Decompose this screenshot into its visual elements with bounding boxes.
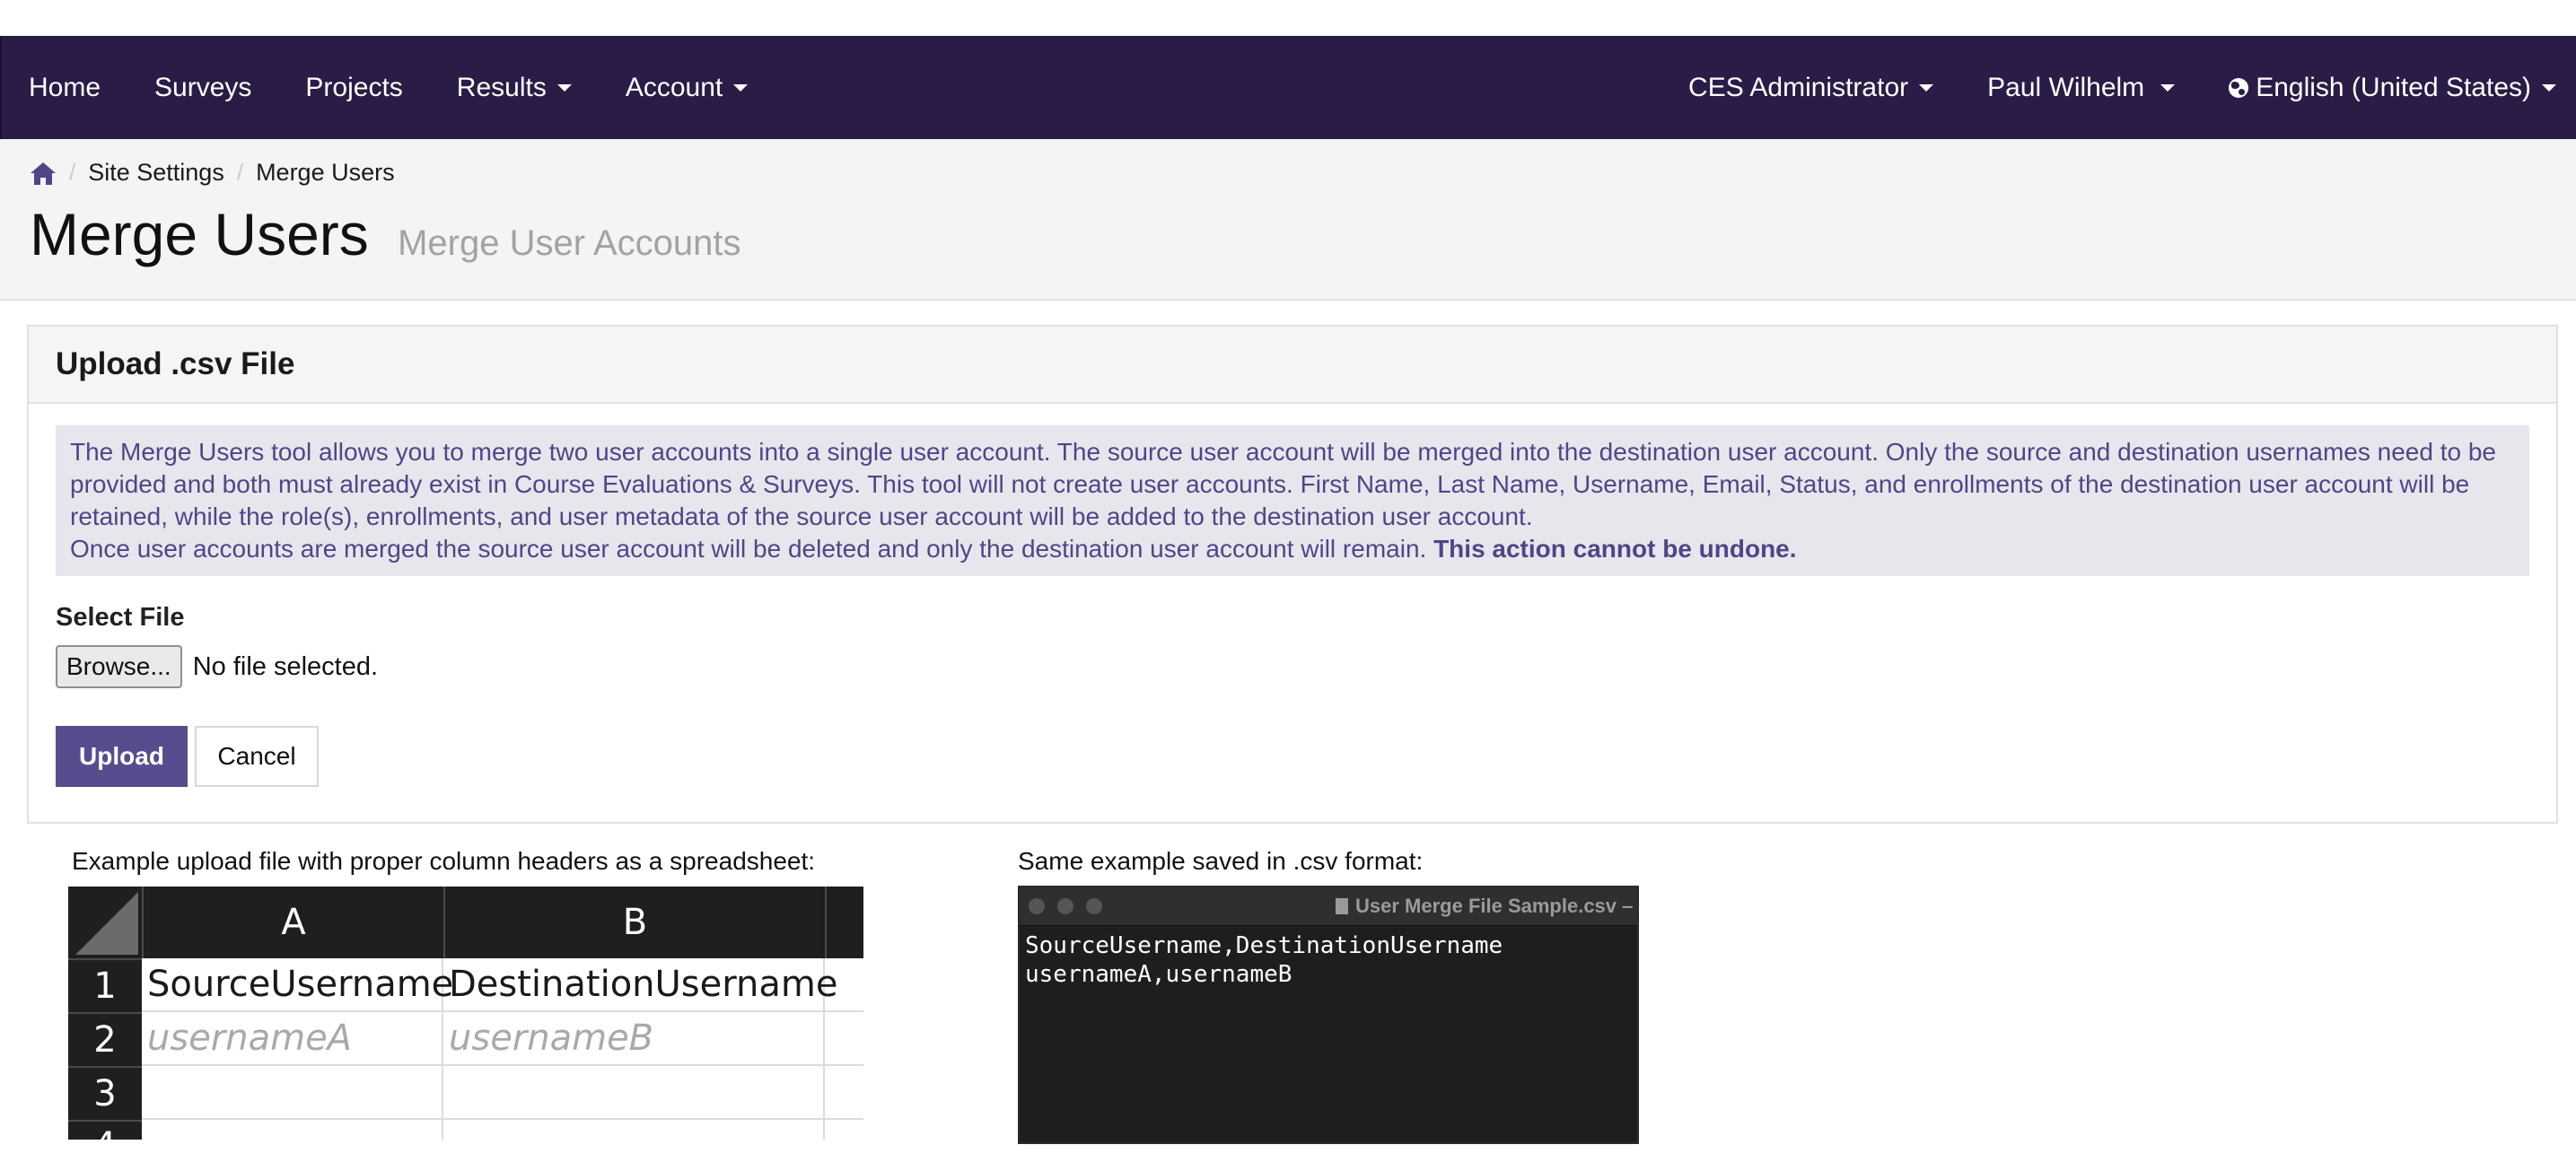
caret-down-icon: [2160, 83, 2176, 92]
caret-down-icon: [556, 83, 572, 92]
globe-icon: [2229, 77, 2249, 98]
info-text: The Merge Users tool allows you to merge…: [70, 438, 2496, 530]
language-label: English (United States): [2256, 72, 2531, 102]
sheet-cell: [443, 1120, 825, 1140]
page-title-text: Merge Users: [30, 201, 369, 267]
sheet-cell: [825, 1012, 863, 1066]
close-dot-icon: [1029, 898, 1045, 914]
column-header-c: [825, 887, 863, 958]
csv-example-window: User Merge File Sample.csv – SourceUsern…: [1018, 886, 1639, 1144]
caret-down-icon: [733, 83, 749, 92]
sheet-corner: [68, 887, 142, 958]
spreadsheet-example-caption: Example upload file with proper column h…: [72, 847, 816, 875]
top-navbar: Home Surveys Projects Results Account CE…: [0, 36, 2576, 139]
info-warning: This action cannot be undone.: [1433, 535, 1797, 563]
page-header: / Site Settings / Merge Users Merge User…: [0, 139, 2576, 301]
column-header-a: A: [142, 887, 443, 958]
row-header-1: 1: [68, 958, 142, 1012]
info-alert: The Merge Users tool allows you to merge…: [56, 425, 2529, 576]
column-header-b: B: [443, 887, 825, 958]
info-text-2: Once user accounts are merged the source…: [70, 535, 1427, 563]
breadcrumb-separator: /: [69, 159, 76, 186]
sheet-cell: [443, 1066, 825, 1120]
breadcrumb-separator: /: [236, 159, 244, 186]
row-header-3: 3: [68, 1066, 142, 1120]
sheet-cell: usernameA: [142, 1012, 443, 1066]
breadcrumb-current: Merge Users: [256, 159, 395, 186]
role-dropdown[interactable]: CES Administrator: [1661, 36, 1960, 139]
panel-heading: Upload .csv File: [29, 327, 2556, 404]
nav-surveys-label: Surveys: [154, 72, 252, 102]
sheet-cell: [825, 1066, 863, 1120]
page-subtitle: Merge User Accounts: [398, 223, 741, 263]
browse-button[interactable]: Browse...: [56, 645, 182, 688]
breadcrumb-site-settings[interactable]: Site Settings: [88, 159, 224, 187]
row-header-2: 2: [68, 1012, 142, 1066]
nav-results-dropdown[interactable]: Results: [430, 36, 599, 139]
nav-projects-label: Projects: [305, 72, 403, 102]
nav-account-label: Account: [625, 72, 723, 102]
nav-surveys[interactable]: Surveys: [127, 36, 278, 139]
nav-results-label: Results: [456, 72, 547, 102]
minimize-dot-icon: [1057, 898, 1073, 914]
select-file-label: Select File: [56, 603, 185, 632]
nav-home[interactable]: Home: [2, 36, 127, 139]
csv-content: SourceUsername,DestinationUsername userna…: [1020, 926, 1637, 994]
window-titlebar: User Merge File Sample.csv –: [1020, 887, 1637, 926]
sheet-cell: DestinationUsername: [443, 958, 837, 1012]
zoom-dot-icon: [1086, 898, 1102, 914]
caret-down-icon: [2542, 83, 2556, 92]
nav-projects[interactable]: Projects: [278, 36, 429, 139]
sheet-cell: SourceUsername: [142, 958, 453, 1012]
role-label: CES Administrator: [1688, 72, 1909, 102]
cancel-button[interactable]: Cancel: [195, 726, 319, 787]
sheet-cell: usernameB: [443, 1012, 825, 1066]
window-title: User Merge File Sample.csv –: [1336, 887, 1633, 925]
user-label: Paul Wilhelm: [1987, 72, 2145, 102]
form-actions: Upload Cancel: [56, 726, 2556, 787]
upload-panel: Upload .csv File The Merge Users tool al…: [27, 325, 2558, 824]
sheet-cell: [142, 1120, 443, 1140]
nav-home-label: Home: [29, 72, 101, 102]
caret-down-icon: [1919, 83, 1934, 92]
window-title-text: User Merge File Sample.csv: [1355, 895, 1617, 917]
file-input: Browse... No file selected.: [56, 645, 2556, 688]
file-icon: [1336, 898, 1348, 914]
home-icon[interactable]: [30, 161, 57, 186]
page-title: Merge Users Merge User Accounts: [30, 200, 741, 268]
breadcrumb: / Site Settings / Merge Users: [30, 159, 395, 187]
upload-button[interactable]: Upload: [56, 726, 188, 787]
user-dropdown[interactable]: Paul Wilhelm: [1960, 36, 2202, 139]
row-header-4: 4: [68, 1120, 142, 1140]
spreadsheet-example: A B 1 2 3 4 SourceUsername DestinationUs…: [68, 887, 863, 1140]
csv-line: SourceUsername,DestinationUsername: [1025, 932, 1503, 959]
csv-line: usernameA,usernameB: [1025, 961, 1292, 988]
language-dropdown[interactable]: English (United States): [2202, 36, 2576, 139]
file-status: No file selected.: [192, 651, 379, 681]
nav-account-dropdown[interactable]: Account: [599, 36, 775, 139]
sheet-cell: [825, 958, 863, 1012]
sheet-cell: [142, 1066, 443, 1120]
csv-example-caption: Same example saved in .csv format:: [1018, 847, 1424, 875]
